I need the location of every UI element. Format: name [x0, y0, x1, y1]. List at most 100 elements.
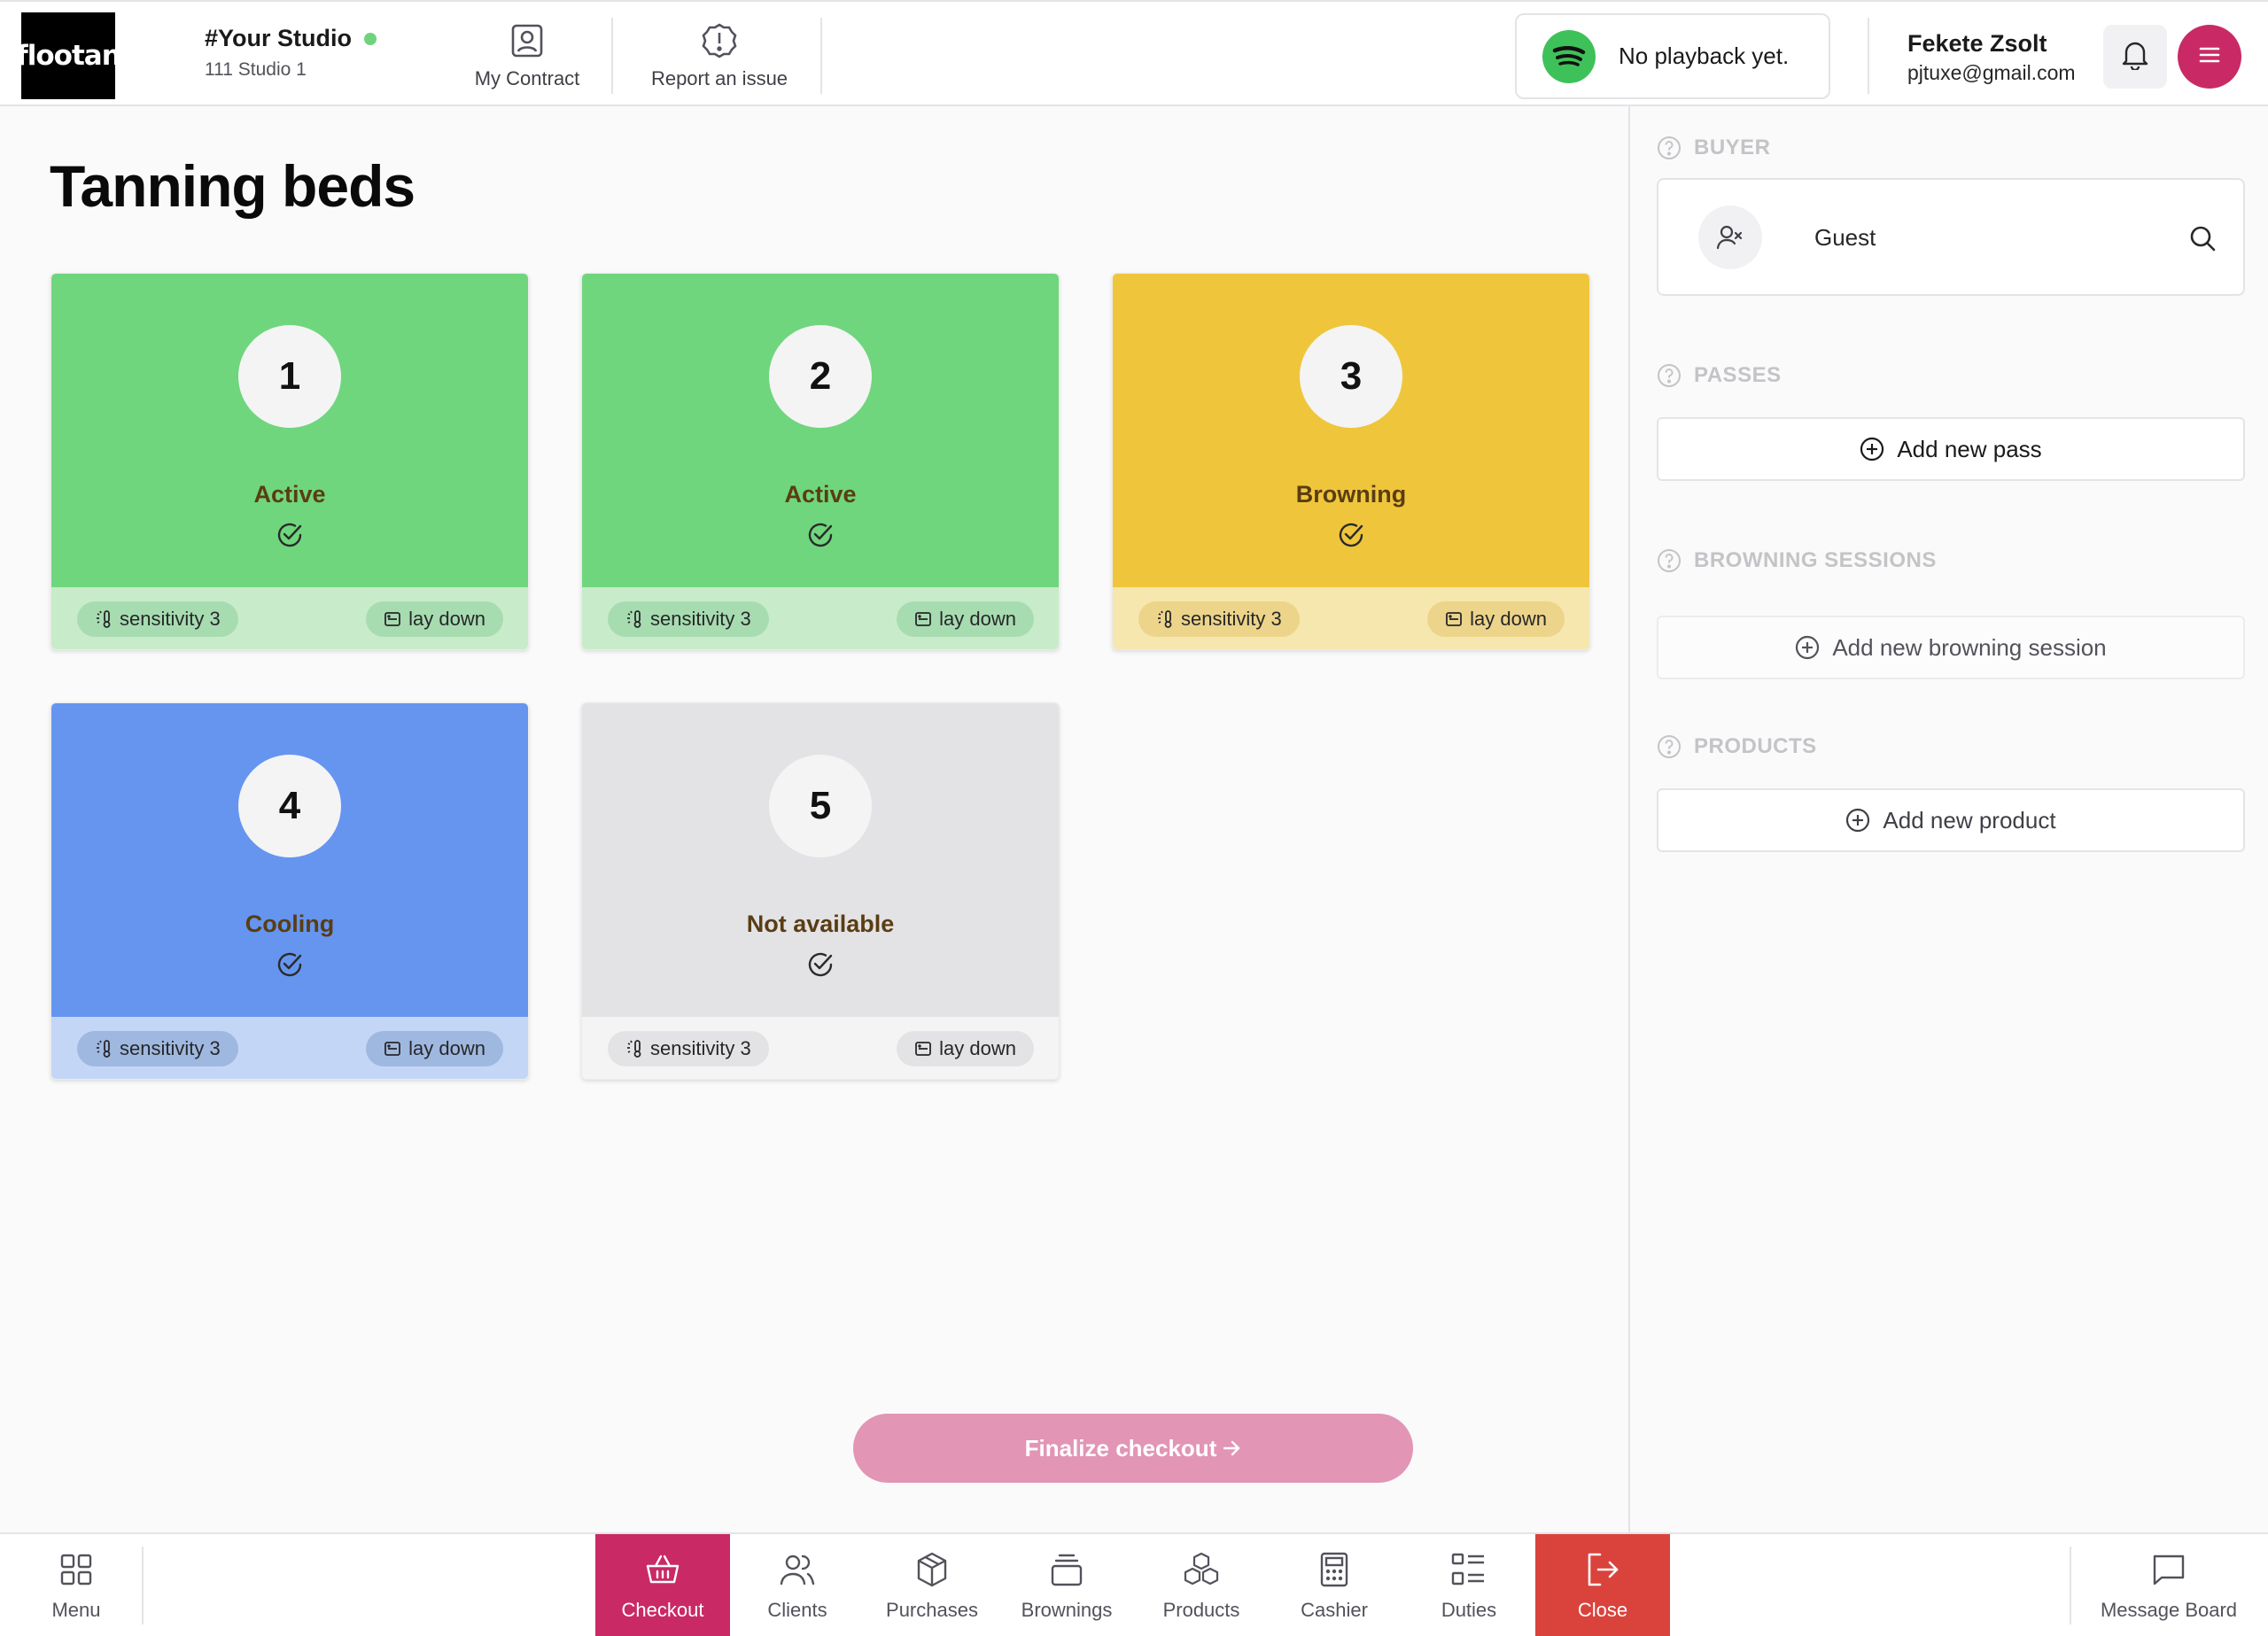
nav-products[interactable]: Products [1134, 1534, 1269, 1636]
finalize-label: Finalize checkout [1024, 1434, 1217, 1462]
check-circle-icon [277, 952, 302, 977]
bed-status: Active [253, 481, 326, 508]
add-pass-button[interactable]: Add new pass [1657, 417, 2245, 481]
hamburger-icon [2199, 46, 2220, 68]
position-badge: lay down [366, 601, 503, 637]
alert-badge-icon [700, 21, 739, 60]
sun-thermometer-icon [1158, 610, 1172, 628]
divider [1868, 18, 1869, 94]
products-heading: PRODUCTS [1657, 734, 1817, 759]
bed-status: Not available [746, 911, 895, 937]
spotify-player[interactable]: No playback yet. [1515, 13, 1830, 99]
sensitivity-badge: sensitivity 3 [1138, 601, 1300, 637]
nav-message-board[interactable]: Message Board [2089, 1534, 2249, 1636]
bed-card-1[interactable]: 1 Active sensitivity 3 lay down [50, 273, 529, 650]
bed-status: Cooling [245, 911, 335, 937]
plus-circle-icon [1860, 437, 1884, 461]
check-circle-icon [808, 952, 833, 977]
bed-icon [384, 1042, 401, 1056]
divider [820, 18, 822, 94]
help-circle-icon [1658, 364, 1681, 387]
check-circle-icon [277, 523, 302, 547]
passes-heading: PASSES [1657, 363, 1782, 388]
bed-status: Browning [1295, 481, 1407, 508]
divider [142, 1547, 144, 1624]
nav-close[interactable]: Close [1535, 1534, 1670, 1636]
check-circle-icon [808, 523, 833, 547]
search-icon[interactable] [2186, 222, 2218, 254]
hamburger-menu-button[interactable] [2178, 25, 2241, 89]
studio-name: #Your Studio [205, 25, 352, 51]
studio-selector[interactable]: #Your Studio 111 Studio 1 [205, 25, 377, 81]
buyer-selector[interactable]: Guest [1657, 178, 2245, 296]
checkout-panel: BUYER Guest PASSES Add new pass BROWNING… [1628, 106, 2268, 1532]
nav-checkout[interactable]: Checkout [595, 1534, 730, 1636]
contract-icon [508, 21, 547, 60]
page-title: Tanning beds [50, 153, 416, 219]
bed-icon [1446, 612, 1463, 626]
add-product-button[interactable]: Add new product [1657, 788, 2245, 852]
report-issue-label: Report an issue [650, 67, 788, 89]
position-badge: lay down [897, 1031, 1034, 1066]
buyer-name: Guest [1814, 224, 1876, 251]
buyer-heading: BUYER [1657, 136, 1771, 160]
basket-icon [642, 1549, 683, 1590]
nav-brownings[interactable]: Brownings [999, 1534, 1134, 1636]
spotify-icon [1542, 29, 1596, 83]
boxes-icon [1181, 1549, 1222, 1590]
user-name: Fekete Zsolt [1907, 30, 2047, 57]
sun-thermometer-icon [97, 1040, 111, 1058]
grid-icon [56, 1549, 97, 1590]
add-browning-session-button[interactable]: Add new browning session [1657, 616, 2245, 679]
sun-thermometer-icon [627, 610, 641, 628]
notifications-button[interactable] [2103, 25, 2167, 89]
sun-thermometer-icon [97, 610, 111, 628]
user-email: pjtuxe@gmail.com [1907, 61, 2076, 84]
position-badge: lay down [366, 1031, 503, 1066]
help-circle-icon [1658, 735, 1681, 758]
studio-subtitle: 111 Studio 1 [205, 59, 307, 80]
divider [2070, 1547, 2071, 1624]
bed-icon [384, 612, 401, 626]
my-contract-link[interactable]: My Contract [461, 16, 594, 96]
bottom-navigation: Menu Checkout Clients Purchases Browning… [0, 1532, 2268, 1636]
list-icon [1449, 1549, 1489, 1590]
bed-status: Active [784, 481, 857, 508]
position-badge: lay down [1427, 601, 1565, 637]
check-circle-icon [1339, 523, 1363, 547]
bed-card-4[interactable]: 4 Cooling sensitivity 3 lay down [50, 702, 529, 1080]
plus-circle-icon [1846, 808, 1870, 833]
bed-number: 4 [238, 755, 341, 857]
bell-icon [2121, 40, 2149, 74]
nav-cashier[interactable]: Cashier [1267, 1534, 1402, 1636]
bed-card-5[interactable]: 5 Not available sensitivity 3 lay down [581, 702, 1060, 1080]
logo-text: flootan [16, 40, 121, 72]
user-profile[interactable]: Fekete Zsolt pjtuxe@gmail.com [1907, 30, 2076, 85]
sensitivity-badge: sensitivity 3 [608, 601, 769, 637]
bed-number: 1 [238, 325, 341, 428]
calculator-icon [1314, 1549, 1355, 1590]
report-issue-link[interactable]: Report an issue [631, 16, 808, 96]
brand-logo[interactable]: flootan [16, 12, 121, 99]
browning-sessions-heading: BROWNING SESSIONS [1657, 548, 1937, 573]
message-square-icon [2148, 1549, 2189, 1590]
bed-icon [915, 1042, 932, 1056]
top-bar: flootan #Your Studio 111 Studio 1 My Con… [0, 0, 2268, 106]
help-circle-icon [1658, 549, 1681, 572]
logout-icon [1582, 1549, 1623, 1590]
my-contract-label: My Contract [474, 67, 580, 89]
bed-number: 2 [769, 325, 872, 428]
bed-number: 5 [769, 755, 872, 857]
nav-menu[interactable]: Menu [9, 1534, 144, 1636]
users-icon [777, 1549, 818, 1590]
bed-card-3[interactable]: 3 Browning sensitivity 3 lay down [1112, 273, 1590, 650]
nav-clients[interactable]: Clients [730, 1534, 865, 1636]
finalize-checkout-button[interactable]: Finalize checkout [853, 1414, 1413, 1483]
bed-card-2[interactable]: 2 Active sensitivity 3 lay down [581, 273, 1060, 650]
position-badge: lay down [897, 601, 1034, 637]
nav-purchases[interactable]: Purchases [865, 1534, 999, 1636]
nav-duties[interactable]: Duties [1402, 1534, 1536, 1636]
layers-icon [1046, 1549, 1087, 1590]
bed-number: 3 [1300, 325, 1402, 428]
divider [611, 18, 613, 94]
